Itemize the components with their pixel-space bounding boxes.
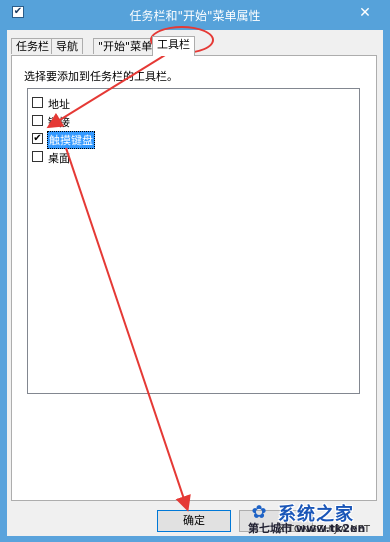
window-title: 任务栏和"开始"菜单属性	[129, 9, 261, 23]
tab-start-menu[interactable]: "开始"菜单	[93, 38, 158, 54]
links-checkbox[interactable]	[32, 115, 43, 126]
address-checkbox[interactable]	[32, 97, 43, 108]
touch-keyboard-checkbox[interactable]: ✔	[32, 133, 43, 144]
ok-button[interactable]: 确定	[157, 510, 231, 532]
item-label: 链接	[48, 116, 70, 129]
dialog-body: 任务栏 导航 "开始"菜单 工具栏 选择要添加到任务栏的工具栏。 地址 链接 ✔…	[7, 30, 383, 536]
watermark-overlay: 第七城市 www.tk2en	[248, 522, 366, 535]
item-label: 地址	[48, 98, 70, 111]
instruction-text: 选择要添加到任务栏的工具栏。	[24, 70, 178, 83]
close-icon[interactable]: ✕	[356, 5, 374, 21]
toolbar-list[interactable]: 地址 链接 ✔ 触摸键盘 桌面	[27, 88, 360, 394]
title-bar: ✔ 任务栏和"开始"菜单属性 ✕	[0, 0, 390, 30]
tab-navigation[interactable]: 导航	[51, 38, 83, 54]
tab-taskbar[interactable]: 任务栏	[11, 38, 54, 54]
desktop-checkbox[interactable]	[32, 151, 43, 162]
tab-toolbars[interactable]: 工具栏	[152, 36, 195, 56]
toolbars-panel: 选择要添加到任务栏的工具栏。 地址 链接 ✔ 触摸键盘 桌面	[11, 55, 377, 501]
item-label: 触摸键盘	[47, 131, 95, 149]
item-label: 桌面	[48, 152, 70, 165]
